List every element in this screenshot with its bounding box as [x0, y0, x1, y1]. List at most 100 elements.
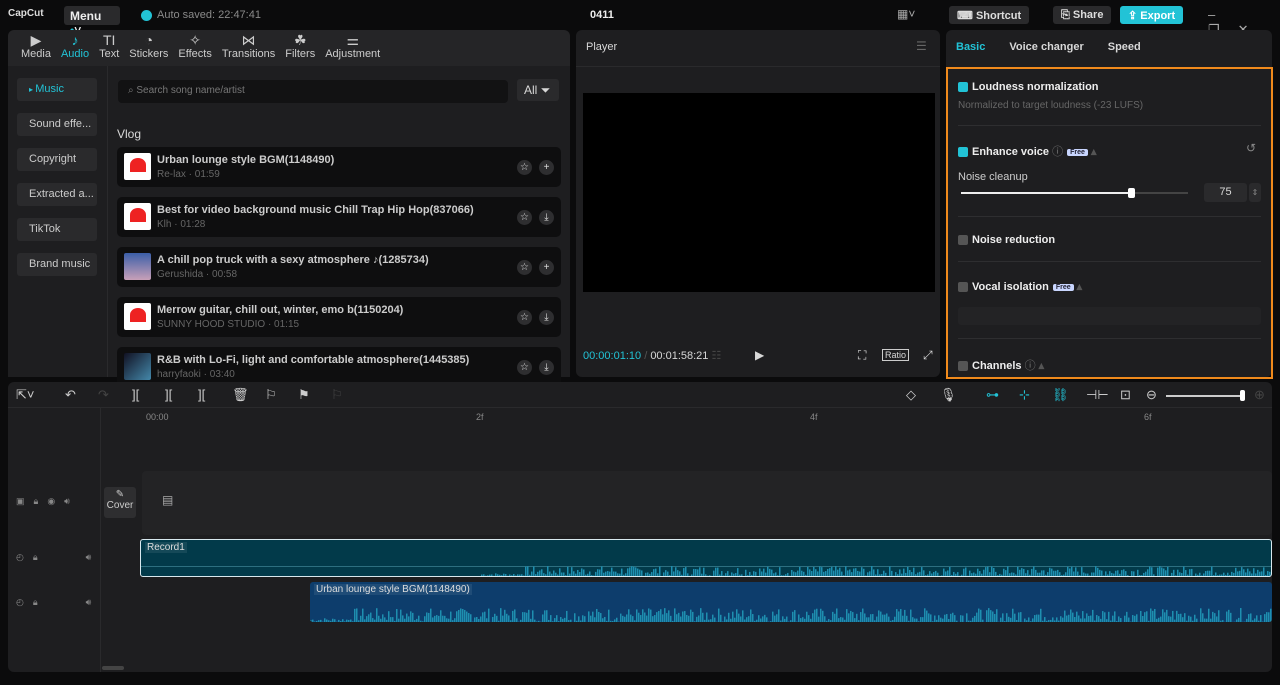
- volume-icon[interactable]: 🔊︎: [86, 552, 92, 563]
- ratio-button[interactable]: Ratio: [882, 349, 910, 361]
- export-button[interactable]: ⇪ Export: [1120, 6, 1184, 24]
- add-icon[interactable]: +: [539, 260, 554, 275]
- waveform-bar: [1094, 620, 1096, 622]
- tab-media[interactable]: ▶ Media: [16, 30, 56, 66]
- waveform-bar: [979, 571, 981, 576]
- player-menu-icon[interactable]: ☰: [916, 39, 927, 53]
- share-button[interactable]: ⎘ Share: [1053, 6, 1112, 24]
- undo-icon[interactable]: ↶: [65, 387, 76, 403]
- preview-axis-icon[interactable]: ⊣⊢: [1086, 387, 1109, 403]
- waveform-bar: [985, 567, 987, 576]
- waveform-bar: [867, 572, 869, 576]
- split-icon[interactable]: ][: [132, 387, 139, 402]
- waveform-bar: [873, 569, 875, 576]
- waveform-bar: [1209, 570, 1211, 576]
- microphone-icon[interactable]: 🎙: [940, 387, 957, 403]
- tab-speed[interactable]: Speed: [1108, 41, 1141, 55]
- filter-button[interactable]: All ⏷: [517, 79, 559, 101]
- layout-icon[interactable]: ▦˅: [897, 7, 915, 21]
- waveform-bar: [1102, 611, 1104, 622]
- horizontal-scrollbar[interactable]: [102, 666, 124, 670]
- add-icon[interactable]: +: [539, 160, 554, 175]
- zoom-fit-timeline-icon[interactable]: ⊡: [1120, 387, 1131, 403]
- marker-icon[interactable]: ⚑: [298, 387, 310, 403]
- tab-basic[interactable]: Basic: [956, 41, 985, 55]
- waveform-bar: [1123, 569, 1125, 576]
- zoom-in-icon[interactable]: ⊕: [1254, 387, 1265, 403]
- waveform-bar: [934, 615, 936, 622]
- slider-handle[interactable]: [1240, 390, 1245, 401]
- sidebar-item[interactable]: TikTok: [17, 218, 97, 241]
- tab-effects[interactable]: ✧ Effects: [173, 30, 216, 66]
- song-item[interactable]: Merrow guitar, chill out, winter, emo b(…: [117, 297, 561, 337]
- tab-text[interactable]: TI Text: [94, 30, 124, 66]
- tab-adjustment[interactable]: ⚌ Adjustment: [320, 30, 385, 66]
- eye-icon[interactable]: ◉: [47, 496, 55, 507]
- minimize-icon[interactable]: –: [1208, 7, 1233, 22]
- search-input[interactable]: ⌕ Search song name/artist: [118, 80, 508, 103]
- favorite-icon[interactable]: ☆: [517, 310, 532, 325]
- tab-voice-changer[interactable]: Voice changer: [1009, 41, 1083, 55]
- main-track-magnet-icon[interactable]: ⊶: [986, 387, 999, 403]
- cover-button[interactable]: ✎ Cover: [104, 487, 136, 518]
- song-item[interactable]: Best for video background music Chill Tr…: [117, 197, 561, 237]
- sidebar-item[interactable]: ▸ Music: [17, 78, 97, 101]
- waveform-bar: [656, 612, 658, 622]
- waveform-bar: [1031, 568, 1033, 576]
- waveform-bar: [761, 571, 763, 576]
- sidebar-item[interactable]: Sound effe...: [17, 113, 97, 136]
- record-audio-clip[interactable]: Record1: [140, 539, 1272, 577]
- waveform-bar: [738, 613, 740, 622]
- volume-icon[interactable]: 🔊︎: [64, 496, 70, 507]
- sidebar-item[interactable]: Copyright: [17, 148, 97, 171]
- lock-icon[interactable]: 🔒︎: [33, 597, 38, 608]
- volume-icon[interactable]: 🔊︎: [86, 597, 92, 608]
- menu-button[interactable]: Menu •˅: [64, 6, 120, 37]
- zoom-out-icon[interactable]: ⊖: [1146, 387, 1157, 403]
- download-icon[interactable]: ⤓: [539, 360, 554, 375]
- lock-icon[interactable]: 🔒︎: [33, 552, 38, 563]
- timeline-zoom-slider[interactable]: [1166, 390, 1245, 401]
- select-tool-icon[interactable]: ⇱˅: [16, 387, 34, 403]
- play-button[interactable]: ▶: [755, 348, 764, 362]
- delete-icon[interactable]: 🗑: [232, 387, 249, 403]
- fullscreen-icon[interactable]: ⤢: [923, 348, 933, 363]
- favorite-icon[interactable]: ☆: [517, 160, 532, 175]
- lock-icon[interactable]: 🔒︎: [34, 496, 39, 507]
- song-item[interactable]: R&B with Lo-Fi, light and comfortable at…: [117, 347, 561, 387]
- tab-stickers[interactable]: ◔ Stickers: [124, 30, 173, 66]
- tab-audio[interactable]: ♪ Audio: [56, 30, 94, 66]
- tab-transitions[interactable]: ⋈ Transitions: [217, 30, 280, 66]
- split-right-icon[interactable]: ][: [198, 387, 205, 402]
- download-icon[interactable]: ⤓: [539, 210, 554, 225]
- zoom-fit-icon[interactable]: ⛶: [858, 348, 866, 363]
- download-icon[interactable]: ⤓: [539, 310, 554, 325]
- link-icon[interactable]: ⛓: [1052, 387, 1069, 403]
- audio-track-icon: ◴: [16, 552, 24, 562]
- ai-effect-icon[interactable]: ◇: [906, 387, 916, 403]
- sidebar-item[interactable]: Brand music: [17, 253, 97, 276]
- waveform-bar: [945, 571, 947, 576]
- auto-snap-icon[interactable]: ⊹: [1019, 387, 1030, 403]
- split-left-icon[interactable]: ][: [165, 387, 172, 402]
- waveform-bar: [665, 570, 667, 576]
- waveform-bar: [1265, 574, 1267, 576]
- favorite-icon[interactable]: ☆: [517, 260, 532, 275]
- sidebar-item[interactable]: Extracted a...: [17, 183, 97, 206]
- bgm-audio-clip[interactable]: Urban lounge style BGM(1148490): [310, 582, 1272, 622]
- waveform-bar: [595, 571, 597, 576]
- tab-label: Adjustment: [325, 48, 381, 60]
- favorite-icon[interactable]: ☆: [517, 360, 532, 375]
- tab-filters[interactable]: ☘ Filters: [280, 30, 320, 66]
- waveform-bar: [649, 573, 651, 576]
- video-track-empty[interactable]: ▤: [142, 471, 1272, 535]
- waveform-bar: [839, 567, 841, 576]
- ai-flag-icon[interactable]: ⚐: [265, 387, 277, 403]
- song-thumbnail: [124, 253, 151, 280]
- waveform-bar: [1174, 619, 1176, 622]
- song-item[interactable]: A chill pop truck with a sexy atmosphere…: [117, 247, 561, 287]
- redo-icon[interactable]: ↷: [98, 387, 109, 403]
- favorite-icon[interactable]: ☆: [517, 210, 532, 225]
- song-item[interactable]: Urban lounge style BGM(1148490) Re-lax ·…: [117, 147, 561, 187]
- shortcut-button[interactable]: ⌨ Shortcut: [949, 6, 1030, 24]
